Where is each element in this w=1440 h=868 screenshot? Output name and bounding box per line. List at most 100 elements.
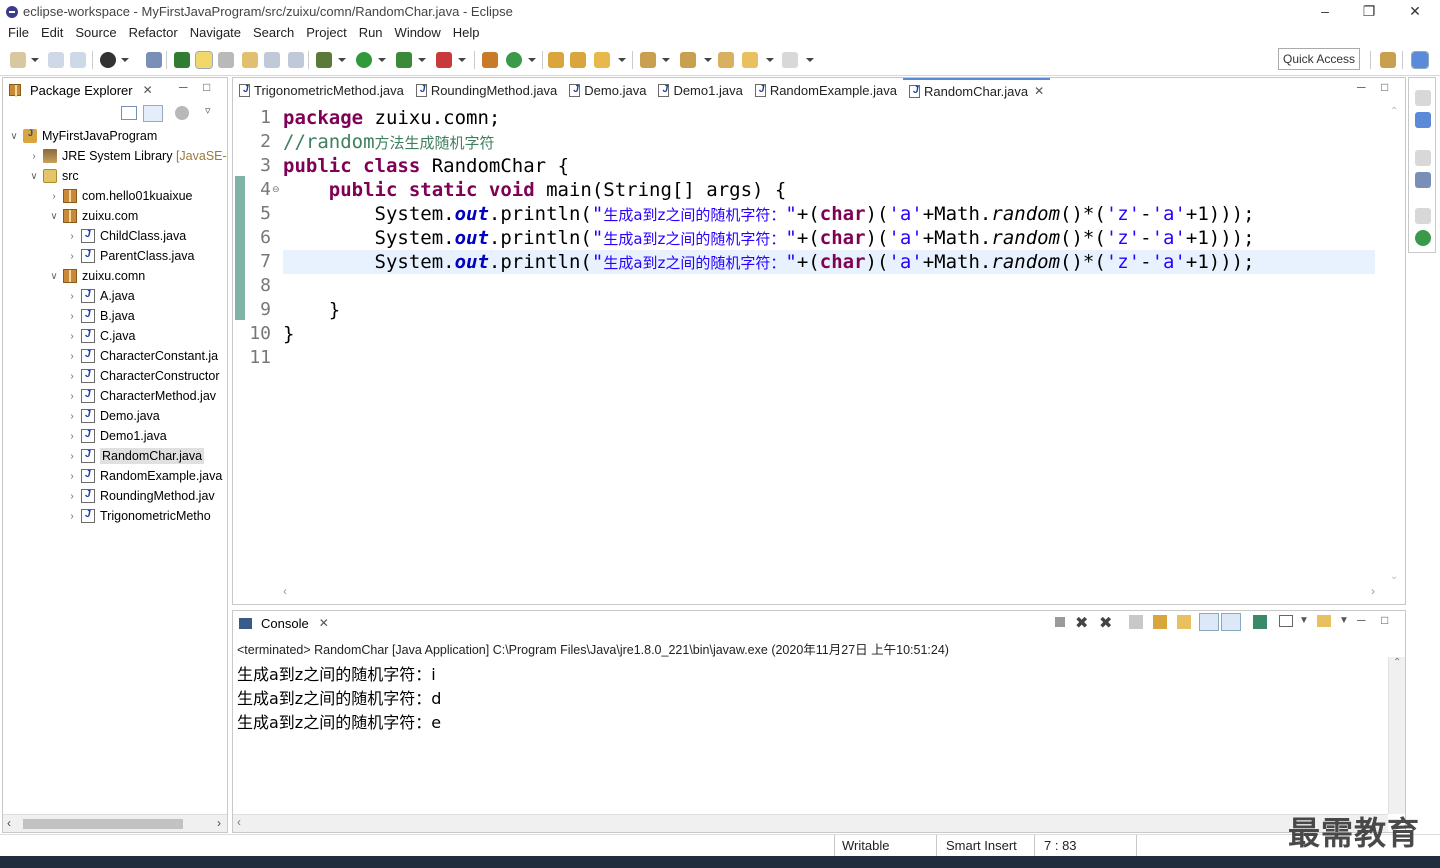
tree-item-java-file[interactable]: › C.java [67, 326, 135, 346]
external-tools-icon[interactable] [436, 52, 452, 68]
chevron-right-icon[interactable]: › [67, 491, 77, 502]
menu-search[interactable]: Search [247, 24, 300, 44]
menu-help[interactable]: Help [447, 24, 486, 44]
show-on-stdout-icon[interactable] [1199, 613, 1219, 631]
scroll-left-icon[interactable]: ‹ [7, 816, 11, 830]
pin-console-icon[interactable] [1253, 615, 1267, 629]
tree-item-java-file[interactable]: › CharacterConstructor [67, 366, 220, 386]
menu-navigate[interactable]: Navigate [184, 24, 247, 44]
tree-item-jre-library[interactable]: › JRE System Library [JavaSE- [29, 146, 227, 166]
menu-run[interactable]: Run [353, 24, 389, 44]
skip-breakpoints-icon[interactable] [100, 52, 116, 68]
next-annotation-dropdown-icon[interactable] [662, 58, 670, 62]
forward-icon[interactable] [782, 52, 798, 68]
horizontal-scrollbar[interactable]: ‹ › [3, 814, 227, 832]
external-tools-dropdown-icon[interactable] [458, 58, 466, 62]
debug-config-dropdown-icon[interactable] [121, 58, 129, 62]
next-annotation-icon[interactable] [640, 52, 656, 68]
tab-console[interactable]: Console ✕ [233, 611, 329, 635]
chevron-down-icon[interactable]: ∨ [49, 211, 59, 222]
java-perspective-icon[interactable] [1411, 51, 1429, 69]
menu-project[interactable]: Project [300, 24, 352, 44]
restore-view-icon[interactable] [1415, 150, 1431, 166]
tree-item-java-file[interactable]: › Demo1.java [67, 426, 167, 446]
scroll-up-icon[interactable]: ⌃ [1390, 106, 1398, 117]
maximize-editor-icon[interactable]: □ [1381, 80, 1388, 94]
editor-vertical-scrollbar[interactable]: ⌃ ⌄ [1387, 106, 1403, 582]
close-tab-icon[interactable]: ✕ [1034, 84, 1044, 98]
chevron-right-icon[interactable]: › [67, 311, 77, 322]
chevron-right-icon[interactable]: › [67, 231, 77, 242]
console-horizontal-scrollbar[interactable]: ‹ [233, 814, 1388, 832]
restore-button[interactable]: ❐ [1346, 0, 1392, 24]
scroll-left-icon[interactable]: ‹ [237, 815, 241, 829]
menu-edit[interactable]: Edit [35, 24, 69, 44]
editor-tab[interactable]: Demo1.java [652, 78, 748, 102]
scroll-left-icon[interactable]: ‹ [283, 584, 287, 598]
outline-icon[interactable] [1415, 112, 1431, 128]
close-tab-icon[interactable]: ✕ [143, 83, 153, 97]
console-vertical-scrollbar[interactable]: ⌃ [1388, 657, 1405, 814]
menu-source[interactable]: Source [69, 24, 122, 44]
editor-horizontal-scrollbar[interactable]: ‹ › [283, 584, 1375, 602]
tab-package-explorer[interactable]: Package Explorer ✕ [3, 78, 153, 102]
menu-refactor[interactable]: Refactor [123, 24, 184, 44]
tree-item-java-file[interactable]: › ParentClass.java [67, 246, 195, 266]
menu-file[interactable]: File [2, 24, 35, 44]
collapse-all-icon[interactable] [121, 106, 137, 120]
quick-access-field[interactable]: Quick Access [1278, 48, 1360, 70]
tree-item-java-file[interactable]: › ChildClass.java [67, 226, 186, 246]
previous-annotation-dropdown-icon[interactable] [704, 58, 712, 62]
chevron-right-icon[interactable]: › [67, 331, 77, 342]
code-text-area[interactable]: package zuixu.comn; //random方法生成随机字符 pub… [283, 106, 1375, 580]
view-menu-icon[interactable]: ▿ [205, 104, 211, 117]
new-java-package-icon[interactable] [482, 52, 498, 68]
menu-window[interactable]: Window [389, 24, 447, 44]
new-dropdown-icon[interactable] [31, 58, 39, 62]
editor-tab[interactable]: RandomExample.java [749, 78, 903, 102]
chevron-right-icon[interactable]: › [67, 251, 77, 262]
show-on-stderr-icon[interactable] [1221, 613, 1241, 631]
link-with-editor-icon[interactable] [143, 105, 163, 122]
block-selection-icon[interactable] [264, 52, 280, 68]
tree-item-java-file[interactable]: › CharacterMethod.jav [67, 386, 216, 406]
open-perspective-icon[interactable] [1380, 52, 1396, 68]
back-icon[interactable] [742, 52, 758, 68]
toggle-mark-occurrences-icon[interactable] [195, 51, 213, 69]
editor-tab[interactable]: RoundingMethod.java [410, 78, 563, 102]
previous-annotation-icon[interactable] [680, 52, 696, 68]
scrollbar-thumb[interactable] [23, 819, 183, 829]
open-task-icon[interactable] [570, 52, 586, 68]
pin-icon[interactable] [146, 52, 162, 68]
scroll-lock-icon[interactable] [1153, 615, 1167, 629]
run-icon[interactable] [356, 52, 372, 68]
scroll-right-icon[interactable]: › [1371, 584, 1375, 598]
minimize-editor-icon[interactable]: ─ [1357, 80, 1366, 94]
word-wrap-icon[interactable] [1177, 615, 1191, 629]
chevron-down-icon[interactable]: ∨ [49, 271, 59, 282]
chevron-right-icon[interactable]: › [29, 151, 39, 162]
search-dropdown-icon[interactable] [618, 58, 626, 62]
tree-item-package[interactable]: ∨ zuixu.com [49, 206, 138, 226]
open-project-icon[interactable] [548, 52, 564, 68]
save-all-icon[interactable] [70, 52, 86, 68]
search-icon[interactable] [594, 52, 610, 68]
task-list-icon[interactable] [1415, 172, 1431, 188]
terminate-icon[interactable] [1055, 617, 1065, 627]
run-dropdown-icon[interactable] [378, 58, 386, 62]
display-console-dropdown-icon[interactable]: ▼ [1299, 615, 1309, 626]
restore-view-icon[interactable] [1415, 90, 1431, 106]
chevron-right-icon[interactable]: › [67, 431, 77, 442]
remove-launch-icon[interactable]: ✖ [1075, 613, 1088, 633]
restore-view-icon[interactable] [1415, 208, 1431, 224]
coverage-dropdown-icon[interactable] [418, 58, 426, 62]
chevron-right-icon[interactable]: › [67, 351, 77, 362]
tree-item-package[interactable]: › com.hello01kuaixue [49, 186, 193, 206]
chevron-right-icon[interactable]: › [67, 291, 77, 302]
remove-all-terminated-icon[interactable]: ✖ [1099, 613, 1112, 633]
clear-console-icon[interactable] [1129, 615, 1143, 629]
show-whitespace-icon[interactable] [288, 52, 304, 68]
chevron-right-icon[interactable]: › [67, 371, 77, 382]
focus-icon[interactable] [175, 106, 189, 120]
chevron-right-icon[interactable]: › [67, 511, 77, 522]
